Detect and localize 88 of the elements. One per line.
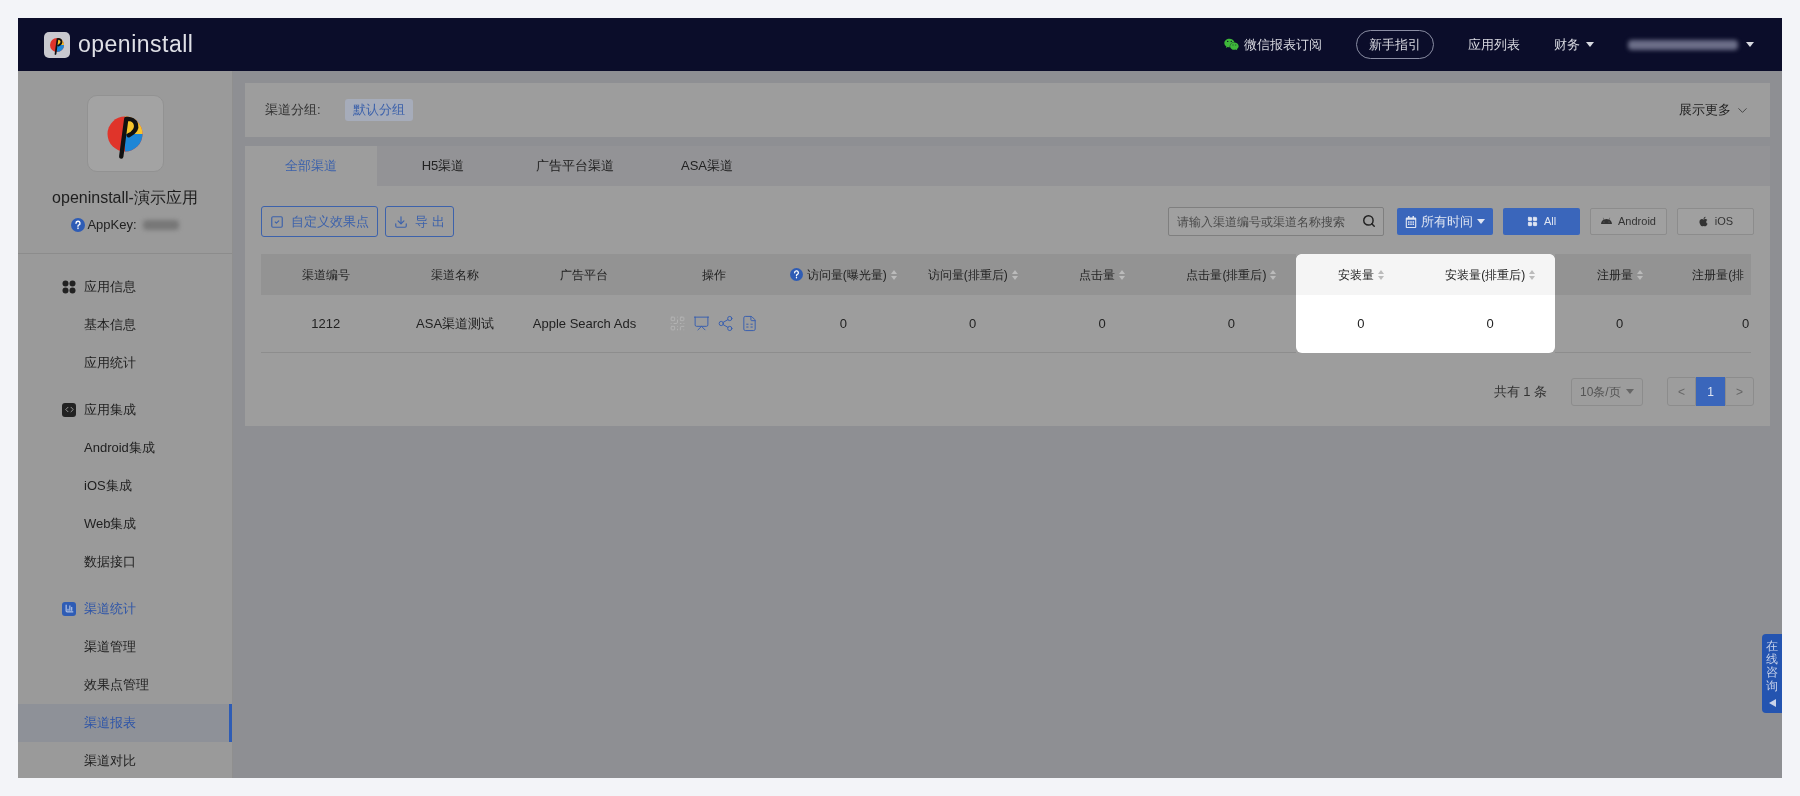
caret-icon (1626, 389, 1634, 394)
online-consult-tab[interactable]: 在线咨询 (1762, 634, 1782, 713)
wechat-subscribe-link[interactable]: 微信报表订阅 (1224, 34, 1322, 55)
group-label: 渠道分组: (265, 101, 321, 120)
page-size-select[interactable]: 10条/页 (1571, 377, 1643, 406)
search-field[interactable]: 请输入渠道编号或渠道名称搜索 (1168, 207, 1384, 236)
platform-button[interactable]: Android (1590, 208, 1667, 235)
platform-button[interactable]: iOS (1677, 208, 1754, 235)
column-header[interactable]: 操作 (649, 254, 779, 295)
table-cell-text: Apple Search Ads (532, 314, 637, 333)
sidebar-item[interactable]: iOS集成 (18, 466, 232, 505)
chart-icon (62, 601, 76, 616)
sidebar-group[interactable]: 应用信息 (18, 267, 232, 306)
nav-link[interactable]: 应用列表 (1468, 34, 1520, 55)
sort-icon[interactable] (1011, 269, 1018, 280)
column-header[interactable]: 注册量 (1554, 254, 1685, 295)
triangle-left-icon (1768, 698, 1776, 707)
table-cell-text: 0 (969, 314, 977, 333)
column-header[interactable]: 安装量(排重后) (1425, 254, 1555, 295)
table-cell-text: 0 (1098, 314, 1106, 333)
caret-icon (1477, 219, 1485, 224)
calendar-icon (1405, 215, 1417, 228)
column-header[interactable]: 渠道名称 (390, 254, 520, 295)
download-icon (394, 214, 408, 229)
sidebar-group-label: 渠道统计 (84, 599, 136, 618)
table-cell-text: 0 (1357, 315, 1365, 334)
sidebar-group[interactable]: 应用集成 (18, 390, 232, 429)
column-header[interactable]: 点击量 (1037, 254, 1167, 295)
show-more-button[interactable]: 展示更多 (1679, 100, 1750, 120)
table-cell-text: ASA渠道测试 (416, 314, 495, 333)
column-header[interactable]: 注册量(排 (1684, 254, 1752, 295)
wechat-icon (1224, 37, 1239, 52)
column-header[interactable]: 访问量(排重后) (907, 254, 1038, 295)
sidebar-item[interactable]: 数据接口 (18, 542, 232, 581)
sidebar-item[interactable]: 应用统计 (18, 343, 232, 382)
total-count: 共有 1 条 (1493, 382, 1547, 401)
sidebar-item[interactable]: 效果点管理 (18, 665, 232, 704)
checkbox-icon (270, 214, 284, 229)
sort-icon[interactable] (1636, 269, 1643, 280)
help-icon[interactable] (789, 268, 803, 281)
chart-screen-icon[interactable] (693, 315, 711, 332)
blurred-appkey (142, 219, 179, 230)
sort-icon[interactable] (890, 269, 897, 280)
share-icon[interactable] (717, 315, 735, 332)
sort-icon[interactable] (1529, 269, 1536, 280)
sidebar-item[interactable]: Android集成 (18, 428, 232, 467)
table-cell-text: 0 (1616, 314, 1624, 333)
appkey-label: AppKey: (87, 216, 137, 234)
table-cell-text: 0 (1486, 315, 1494, 334)
grid-icon (1526, 216, 1538, 227)
table-cell-text: 0 (1742, 314, 1750, 333)
finance-menu[interactable]: 财务 (1554, 34, 1594, 55)
sidebar-item[interactable]: 渠道对比 (18, 741, 232, 778)
column-header[interactable]: 安装量 (1296, 254, 1426, 295)
code-icon (62, 402, 76, 417)
column-header[interactable]: 广告平台 (519, 254, 650, 295)
tab[interactable]: ASA渠道 (641, 146, 773, 186)
table-cell-text: 0 (839, 314, 847, 333)
apps-icon (62, 279, 76, 294)
tab[interactable]: 广告平台渠道 (509, 146, 641, 186)
column-header[interactable]: 渠道编号 (261, 254, 391, 295)
account-menu[interactable] (1628, 39, 1754, 50)
sidebar-item[interactable]: 基本信息 (18, 305, 232, 344)
caret-icon (1586, 42, 1594, 47)
sort-icon[interactable] (1119, 269, 1126, 280)
sort-icon[interactable] (1270, 269, 1277, 280)
android-icon (1601, 216, 1613, 227)
table-cell-text: 0 (1227, 314, 1236, 333)
spreadsheet-icon[interactable] (741, 315, 759, 332)
apple-icon (1697, 216, 1709, 227)
sidebar-item[interactable]: Web集成 (18, 504, 232, 543)
page-button[interactable]: 1 (1696, 377, 1725, 406)
column-header[interactable]: 访问量(曝光量) (778, 254, 908, 295)
group-chip[interactable]: 默认分组 (344, 99, 413, 121)
sidebar-group-label: 应用信息 (84, 277, 136, 296)
table-cell-text: 1212 (311, 314, 341, 333)
column-header[interactable]: 点击量(排重后) (1166, 254, 1297, 295)
sort-icon[interactable] (1377, 269, 1384, 280)
platform-button[interactable]: All (1503, 208, 1580, 235)
tab[interactable]: H5渠道 (377, 146, 509, 186)
caret-icon (1746, 42, 1754, 47)
sidebar-group-label: 应用集成 (84, 400, 136, 419)
time-range-button[interactable]: 所有时间 (1397, 208, 1493, 235)
sidebar-item[interactable]: 渠道管理 (18, 627, 232, 666)
app-name: openinstall-演示应用 (52, 188, 198, 208)
help-icon[interactable] (71, 217, 86, 232)
brand-name: openinstall (78, 30, 194, 60)
search-icon[interactable] (1362, 214, 1376, 228)
